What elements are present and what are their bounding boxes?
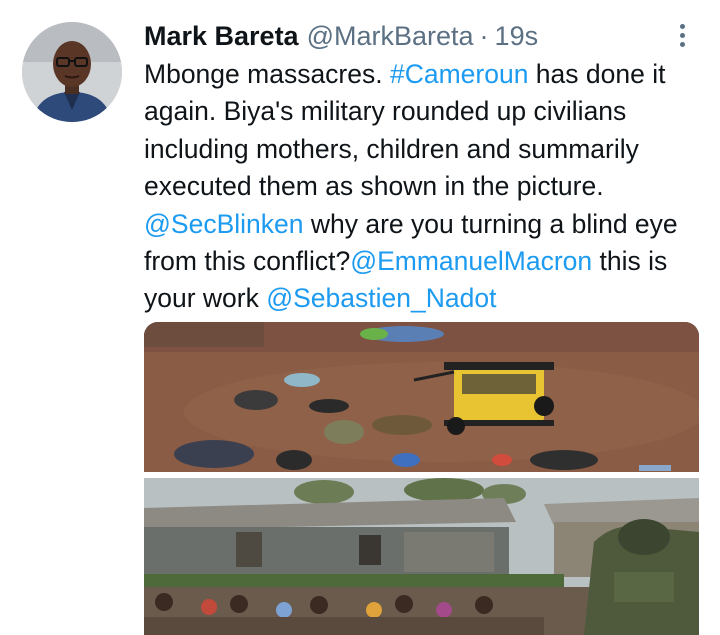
mention-link[interactable]: @Sebastien_Nadot	[266, 283, 496, 313]
media-photo-2[interactable]	[144, 478, 699, 635]
separator: ·	[479, 21, 489, 51]
media-photo-1[interactable]	[144, 322, 699, 472]
media-grid	[144, 322, 699, 635]
tweet-text-part: Mbonge massacres.	[144, 59, 390, 89]
author-name[interactable]: Mark Bareta	[144, 16, 299, 56]
avatar[interactable]	[22, 22, 122, 122]
mention-link[interactable]: @SecBlinken	[144, 209, 303, 239]
mention-link[interactable]: @EmmanuelMacron	[350, 246, 592, 276]
tweet-header: Mark Bareta @MarkBareta · 19s	[144, 16, 538, 56]
hashtag-link[interactable]: #Cameroun	[390, 59, 528, 89]
tweet[interactable]: Mark Bareta @MarkBareta · 19s Mbonge mas…	[0, 0, 720, 635]
tweet-text: Mbonge massacres. #Cameroun has done it …	[144, 56, 704, 318]
author-handle[interactable]: @MarkBareta	[307, 16, 474, 56]
timestamp[interactable]: 19s	[495, 16, 539, 56]
more-vertical-icon[interactable]	[674, 22, 692, 50]
